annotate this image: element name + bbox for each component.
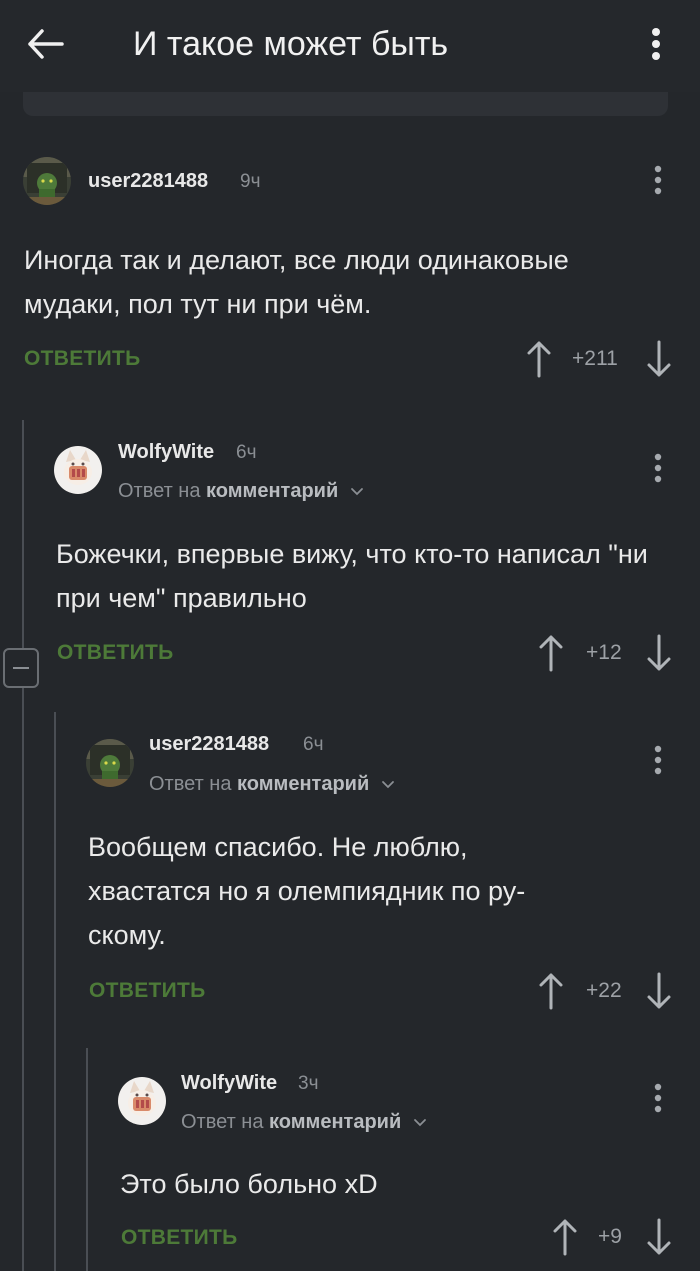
username[interactable]: user2281488	[149, 733, 269, 756]
vote-controls: +9	[552, 1218, 678, 1258]
avatar[interactable]	[118, 1077, 166, 1125]
reply-button[interactable]: ОТВЕТИТЬ	[89, 979, 206, 1003]
comment-menu-icon[interactable]	[650, 744, 666, 776]
top-app-bar: И такое может быть	[0, 0, 700, 92]
comment-text: Иногда так и делают, все люди одинаковые…	[24, 245, 569, 319]
comment-menu-icon[interactable]	[650, 1082, 666, 1114]
score: +211	[572, 347, 618, 370]
comment-time: 6ч	[236, 442, 257, 463]
avatar[interactable]	[23, 157, 71, 205]
score: +12	[586, 641, 622, 664]
downvote-icon[interactable]	[646, 340, 672, 378]
reply-button[interactable]: ОТВЕТИТЬ	[121, 1226, 238, 1250]
reply-to-line: Ответ на комментарий	[118, 480, 364, 503]
downvote-icon[interactable]	[646, 634, 672, 672]
reply-button[interactable]: ОТВЕТИТЬ	[57, 641, 174, 665]
vote-controls: +22	[538, 972, 678, 1012]
vote-controls: +211	[526, 340, 676, 380]
reply-to-link[interactable]: комментарий	[269, 1111, 401, 1133]
reply-to-prefix: Ответ на	[118, 480, 201, 502]
thread-guide-line	[22, 420, 24, 1271]
username[interactable]: WolfyWite	[181, 1072, 277, 1095]
comment-time: 6ч	[303, 734, 324, 755]
reply-to-link[interactable]: комментарий	[237, 773, 369, 795]
avatar[interactable]	[54, 446, 102, 494]
downvote-icon[interactable]	[646, 972, 672, 1010]
reply-to-link[interactable]: комментарий	[206, 480, 338, 502]
comment-text: Божечки, впервые вижу, что кто-то написа…	[56, 539, 648, 613]
comment-text: Вообщем спасибо. Не люблю, хвастатся но …	[88, 832, 526, 950]
reply-to-line: Ответ на комментарий	[149, 773, 395, 796]
comment-time: 3ч	[298, 1073, 319, 1094]
thread-guide-line	[86, 1048, 88, 1271]
collapse-thread-button[interactable]	[3, 648, 39, 688]
thread-guide-line	[54, 712, 56, 1271]
reply-to-line: Ответ на комментарий	[181, 1111, 427, 1134]
score: +9	[598, 1225, 622, 1248]
page-title: И такое может быть	[133, 25, 449, 63]
vote-controls: +12	[538, 634, 678, 674]
comment-time: 9ч	[240, 171, 261, 192]
chevron-down-icon[interactable]	[381, 780, 395, 790]
avatar[interactable]	[86, 739, 134, 787]
upvote-icon[interactable]	[538, 634, 564, 672]
previous-post-card-edge	[23, 92, 668, 116]
comment-menu-icon[interactable]	[650, 452, 666, 484]
chevron-down-icon[interactable]	[350, 487, 364, 497]
username[interactable]: user2281488	[88, 170, 208, 193]
upvote-icon[interactable]	[552, 1218, 578, 1256]
kebab-menu-icon[interactable]	[640, 24, 672, 64]
arrow-left-icon[interactable]	[22, 22, 70, 66]
reply-to-prefix: Ответ на	[149, 773, 232, 795]
chevron-down-icon[interactable]	[413, 1118, 427, 1128]
reply-to-prefix: Ответ на	[181, 1111, 264, 1133]
comment-text: Это было больно xD	[120, 1169, 378, 1199]
upvote-icon[interactable]	[538, 972, 564, 1010]
reply-button[interactable]: ОТВЕТИТЬ	[24, 347, 141, 371]
username[interactable]: WolfyWite	[118, 441, 214, 464]
upvote-icon[interactable]	[526, 340, 552, 378]
score: +22	[586, 979, 622, 1002]
downvote-icon[interactable]	[646, 1218, 672, 1256]
comment-menu-icon[interactable]	[650, 164, 666, 196]
